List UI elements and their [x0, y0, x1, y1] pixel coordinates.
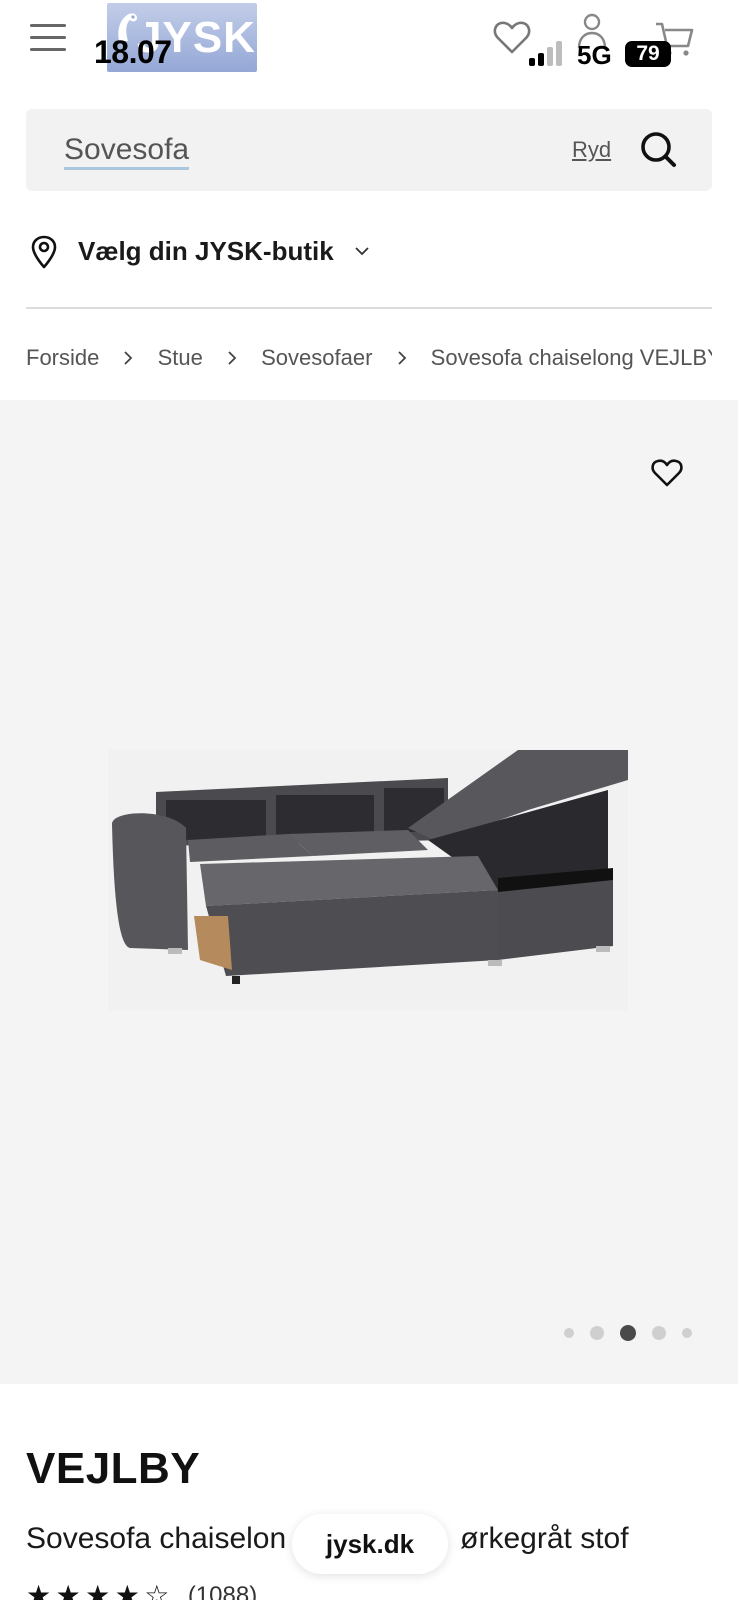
breadcrumb-item-sovesofaer[interactable]: Sovesofaer	[261, 345, 372, 371]
breadcrumb-item-forside[interactable]: Forside	[26, 345, 99, 371]
pagination-dot[interactable]	[590, 1326, 604, 1340]
divider	[26, 307, 712, 309]
network-type: 5G	[577, 40, 612, 70]
product-brand: VEJLBY	[26, 1444, 201, 1493]
chevron-right-icon	[124, 351, 133, 365]
status-time: 18.07	[94, 34, 172, 70]
pagination-dot[interactable]	[682, 1328, 692, 1338]
star-empty-icon: ☆	[144, 1580, 170, 1600]
site-header: JYSK 18.07 5G 79	[0, 0, 738, 96]
pagination-dot[interactable]	[564, 1328, 574, 1338]
clear-search-button[interactable]: Ryd	[572, 137, 611, 163]
pagination-dot-active[interactable]	[620, 1325, 636, 1341]
product-image-gallery[interactable]	[0, 400, 738, 1384]
product-title-end: ørkegråt stof	[460, 1522, 629, 1555]
gallery-pagination	[564, 1324, 704, 1341]
chevron-right-icon	[228, 351, 237, 365]
product-rating[interactable]: ★ ★ ★ ★ ☆ (1088)	[26, 1582, 257, 1600]
chevron-right-icon	[397, 351, 406, 365]
star-filled-icon: ★	[55, 1580, 81, 1600]
location-pin-icon	[31, 235, 57, 269]
product-image-sofa	[108, 750, 628, 1010]
store-selector-label: Vælg din JYSK-butik	[78, 236, 334, 266]
browser-url-bar[interactable]: jysk.dk	[292, 1514, 448, 1574]
search-bar[interactable]: Sovesofa Ryd	[26, 109, 712, 191]
search-icon[interactable]	[634, 125, 684, 175]
store-selector[interactable]: Vælg din JYSK-butik	[26, 230, 712, 276]
star-filled-icon: ★	[114, 1580, 140, 1600]
breadcrumb: Forside Stue Sovesofaer Sovesofa chaisel…	[26, 344, 712, 380]
pagination-dot[interactable]	[652, 1326, 666, 1340]
review-count[interactable]: (1088)	[188, 1582, 257, 1600]
signal-strength-icon	[529, 38, 567, 66]
search-input[interactable]: Sovesofa	[64, 133, 190, 170]
product-title-start: Sovesofa chaiselon	[26, 1522, 287, 1555]
hamburger-menu-icon[interactable]	[30, 24, 66, 56]
battery-indicator: 79	[625, 41, 671, 67]
breadcrumb-item-stue[interactable]: Stue	[158, 345, 203, 371]
chevron-down-icon	[355, 247, 369, 256]
heart-icon[interactable]	[492, 18, 532, 56]
breadcrumb-item-current: Sovesofa chaiselong VEJLBY m	[430, 345, 712, 371]
favorite-heart-icon[interactable]	[650, 456, 684, 488]
star-filled-icon: ★	[85, 1580, 111, 1600]
star-filled-icon: ★	[26, 1580, 52, 1600]
